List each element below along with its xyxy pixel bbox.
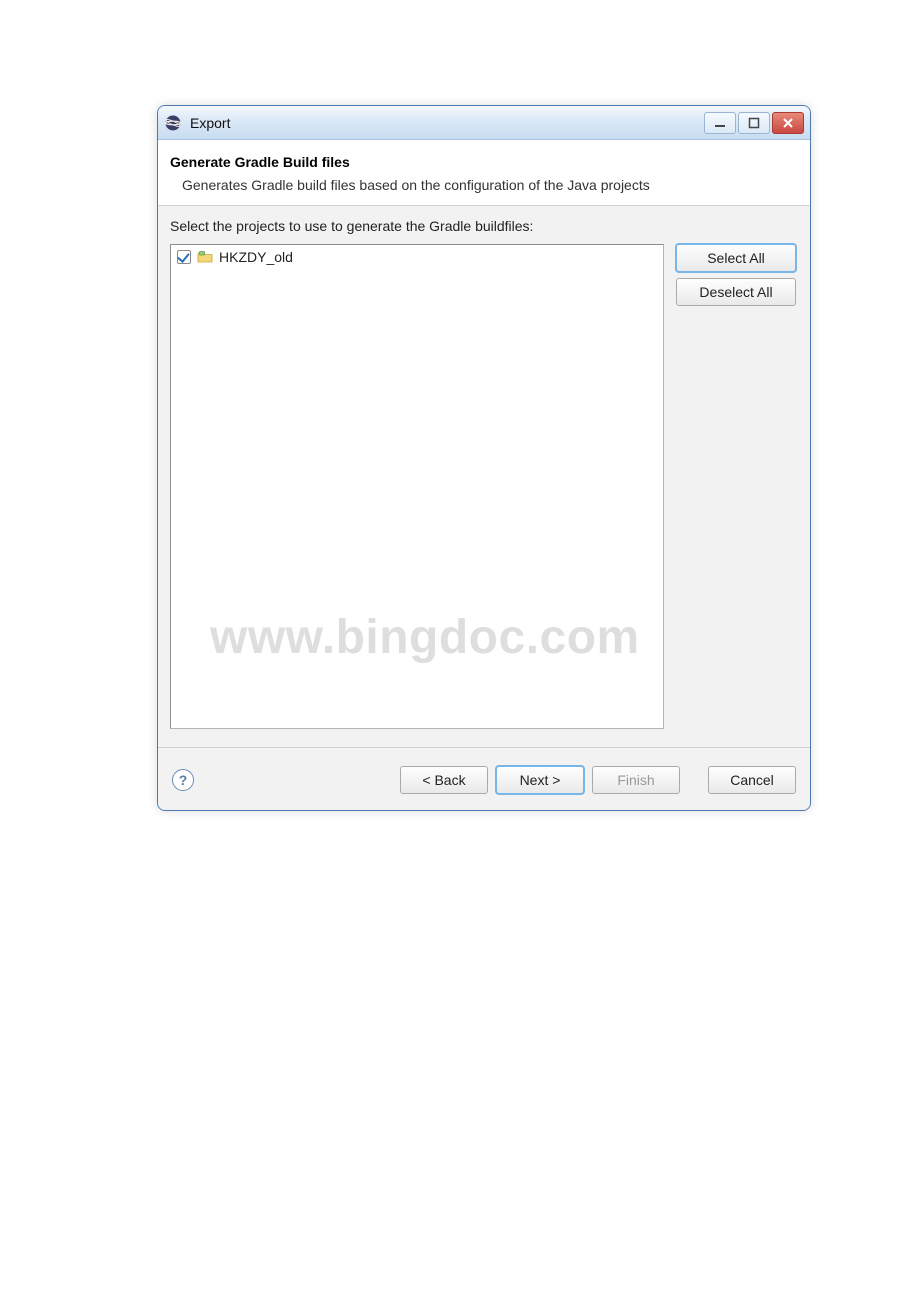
select-all-button[interactable]: Select All [676, 244, 796, 272]
back-button[interactable]: < Back [400, 766, 488, 794]
wizard-title: Generate Gradle Build files [170, 154, 794, 170]
finish-button: Finish [592, 766, 680, 794]
help-icon[interactable]: ? [172, 769, 194, 791]
projects-label: Select the projects to use to generate t… [170, 218, 796, 234]
wizard-description: Generates Gradle build files based on th… [170, 176, 690, 195]
deselect-all-button[interactable]: Deselect All [676, 278, 796, 306]
window-title: Export [190, 115, 230, 131]
next-button[interactable]: Next > [496, 766, 584, 794]
selection-buttons: Select All Deselect All [676, 244, 796, 729]
wizard-body: Select the projects to use to generate t… [158, 206, 810, 747]
project-name: HKZDY_old [219, 249, 293, 265]
cancel-button[interactable]: Cancel [708, 766, 796, 794]
titlebar: Export [158, 106, 810, 140]
wizard-footer: ? < Back Next > Finish Cancel [158, 747, 810, 810]
list-item[interactable]: HKZDY_old [171, 245, 663, 269]
wizard-header: Generate Gradle Build files Generates Gr… [158, 140, 810, 206]
projects-list[interactable]: HKZDY_old [170, 244, 664, 729]
close-button[interactable] [772, 112, 804, 134]
project-checkbox[interactable] [177, 250, 191, 264]
maximize-button[interactable] [738, 112, 770, 134]
export-dialog: Export Generate Gradle Build files Gener… [157, 105, 811, 811]
minimize-button[interactable] [704, 112, 736, 134]
project-folder-icon [197, 250, 213, 264]
eclipse-icon [164, 114, 182, 132]
